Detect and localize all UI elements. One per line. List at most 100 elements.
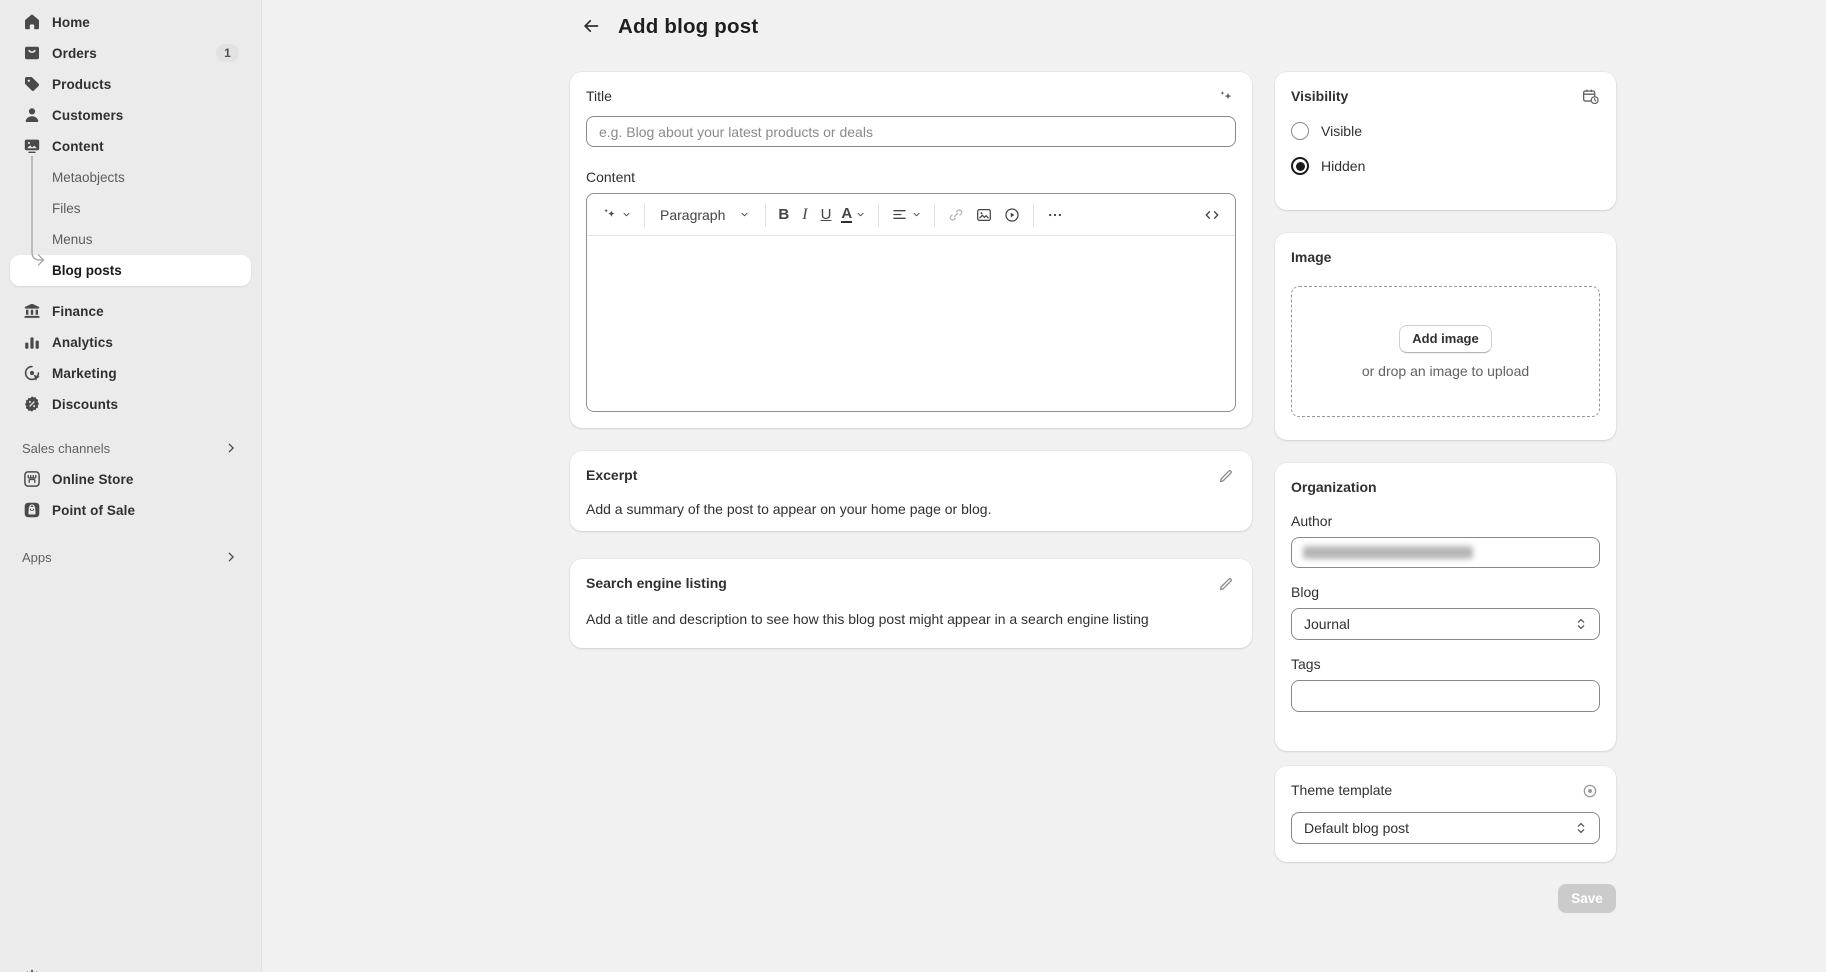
underline-button[interactable]: U: [816, 200, 837, 230]
visibility-option-visible[interactable]: Visible: [1291, 119, 1600, 143]
chevron-down-icon: [911, 209, 922, 220]
more-options-button[interactable]: [1041, 200, 1069, 230]
content-field-label: Content: [586, 169, 1236, 185]
toolbar-divider: [644, 203, 645, 227]
editor-toolbar: Paragraph B I U A: [587, 194, 1235, 236]
chevron-down-icon: [739, 209, 750, 220]
arrow-left-icon: [581, 16, 601, 39]
customers-icon: [22, 105, 42, 125]
visibility-card-title: Visibility: [1291, 88, 1348, 104]
page-header: Add blog post: [577, 13, 758, 41]
italic-button[interactable]: I: [794, 200, 815, 230]
text-style-selector[interactable]: Paragraph: [652, 200, 758, 230]
add-image-button[interactable]: Add image: [1399, 325, 1491, 353]
image-dropzone[interactable]: Add image or drop an image to upload: [1291, 286, 1600, 417]
sidebar-nav: HomeOrders1ProductsCustomersContentMetao…: [10, 7, 251, 569]
toolbar-divider: [765, 203, 766, 227]
theme-template-select[interactable]: Default blog post: [1291, 812, 1600, 844]
sidebar-item-files[interactable]: Files: [10, 193, 251, 224]
pencil-icon: [1217, 575, 1235, 596]
image-card-title: Image: [1291, 249, 1331, 265]
settings-icon: [22, 967, 42, 972]
title-field-label: Title: [586, 88, 612, 104]
blog-select[interactable]: Journal: [1291, 608, 1600, 640]
excerpt-card: Excerpt Add a summary of the post to app…: [570, 451, 1252, 531]
title-input[interactable]: [586, 116, 1236, 147]
sparkles-icon: [601, 206, 618, 223]
sidebar-item-orders[interactable]: Orders1: [10, 38, 251, 68]
tags-field-label: Tags: [1291, 656, 1600, 672]
sidebar-section-sales-channels[interactable]: Sales channels: [10, 436, 251, 460]
page-title: Add blog post: [618, 15, 758, 39]
excerpt-description: Add a summary of the post to appear on y…: [586, 501, 1236, 517]
post-editor-card: Title Content Paragraph: [570, 72, 1252, 428]
analytics-icon: [22, 332, 42, 352]
visibility-option-hidden[interactable]: Hidden: [1291, 154, 1600, 178]
sidebar-section-apps[interactable]: Apps: [10, 545, 251, 569]
shopify-admin-page: HomeOrders1ProductsCustomersContentMetao…: [0, 0, 1826, 972]
side-column: Visibility Visible Hidden Image Add imag…: [1275, 72, 1616, 913]
save-button[interactable]: Save: [1558, 884, 1616, 913]
alignment-button[interactable]: [886, 200, 927, 230]
author-input[interactable]: [1291, 537, 1600, 568]
link-icon: [947, 206, 965, 224]
featured-image-card: Image Add image or drop an image to uplo…: [1275, 233, 1616, 440]
marketing-icon: [22, 363, 42, 383]
organization-card-title: Organization: [1291, 479, 1377, 495]
radio-button: [1291, 157, 1309, 175]
sidebar-item-menus[interactable]: Menus: [10, 224, 251, 255]
sidebar-item-content[interactable]: Content: [10, 131, 251, 161]
chevron-right-icon: [223, 549, 239, 565]
online-store-icon: [22, 469, 42, 489]
image-icon: [975, 206, 993, 224]
text-color-button[interactable]: A: [836, 200, 871, 230]
insert-image-button[interactable]: [970, 200, 998, 230]
schedule-visibility-button[interactable]: [1580, 88, 1600, 108]
chevron-right-icon: [223, 440, 239, 456]
edit-excerpt-button[interactable]: [1216, 467, 1236, 487]
content-editor-area[interactable]: [587, 236, 1235, 412]
toolbar-divider: [878, 203, 879, 227]
finance-icon: [22, 301, 42, 321]
theme-card-title: Theme template: [1291, 782, 1392, 798]
blog-field-label: Blog: [1291, 584, 1600, 600]
sidebar-item-customers[interactable]: Customers: [10, 100, 251, 130]
products-icon: [22, 74, 42, 94]
preview-template-button[interactable]: [1580, 782, 1600, 802]
code-icon: [1203, 206, 1221, 224]
sidebar-item-metaobjects[interactable]: Metaobjects: [10, 162, 251, 193]
pencil-icon: [1217, 467, 1235, 488]
sidebar-item-settings[interactable]: Settings: [10, 962, 251, 972]
sidebar-item-marketing[interactable]: Marketing: [10, 358, 251, 388]
align-left-icon: [891, 206, 908, 223]
sidebar-item-analytics[interactable]: Analytics: [10, 327, 251, 357]
footer-actions: Save: [1275, 884, 1616, 913]
seo-card: Search engine listing Add a title and de…: [570, 559, 1252, 648]
back-button[interactable]: [577, 13, 605, 41]
sidebar-item-finance[interactable]: Finance: [10, 296, 251, 326]
sidebar-item-discounts[interactable]: Discounts: [10, 389, 251, 419]
ai-generate-title-button[interactable]: [1216, 88, 1236, 108]
bold-button[interactable]: B: [773, 200, 794, 230]
sidebar-item-blog-posts[interactable]: Blog posts: [10, 255, 251, 286]
discounts-icon: [22, 394, 42, 414]
sidebar-item-online-store[interactable]: Online Store: [10, 464, 251, 494]
tags-input[interactable]: [1291, 680, 1600, 712]
toolbar-divider: [934, 203, 935, 227]
insert-video-button[interactable]: [998, 200, 1026, 230]
sidebar-item-products[interactable]: Products: [10, 69, 251, 99]
sidebar: HomeOrders1ProductsCustomersContentMetao…: [0, 0, 262, 972]
chevron-down-icon: [621, 209, 632, 220]
sparkles-icon: [1217, 88, 1235, 109]
updown-icon: [1573, 820, 1589, 836]
orders-count-badge: 1: [216, 44, 239, 62]
code-view-button[interactable]: [1198, 200, 1226, 230]
ai-assist-button[interactable]: [596, 200, 637, 230]
insert-link-button[interactable]: [942, 200, 970, 230]
radio-button: [1291, 122, 1309, 140]
updown-icon: [1573, 616, 1589, 632]
sidebar-item-point-of-sale[interactable]: Point of Sale: [10, 495, 251, 525]
home-icon: [22, 12, 42, 32]
edit-seo-button[interactable]: [1216, 575, 1236, 595]
sidebar-item-home[interactable]: Home: [10, 7, 251, 37]
